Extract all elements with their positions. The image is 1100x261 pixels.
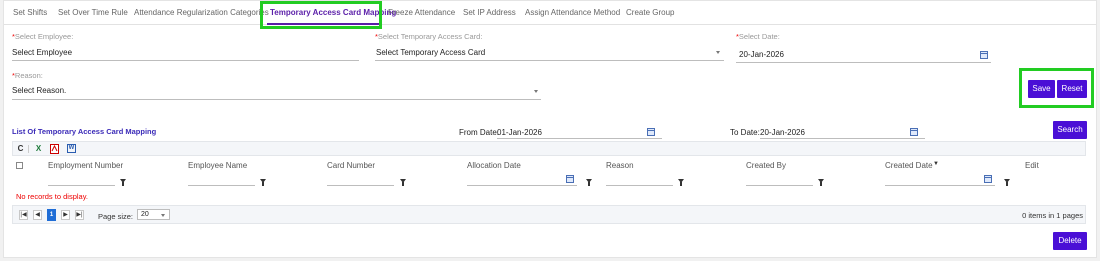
card-select[interactable]: Select Temporary Access Card (376, 48, 485, 57)
filter-icon[interactable] (120, 179, 126, 186)
reason-chevron-down-icon[interactable] (534, 90, 538, 93)
date-label: *Select Date: (736, 32, 780, 41)
next-page-icon[interactable]: ▶ (61, 210, 70, 220)
sort-descending-icon[interactable]: ▼ (933, 161, 939, 167)
save-button[interactable]: Save (1028, 80, 1055, 98)
filter-icon[interactable] (1004, 179, 1010, 186)
page-size-value: 20 (141, 211, 149, 218)
tab-attendance-regularization-categories[interactable]: Attendance Regularization Categories (134, 8, 269, 17)
filter-input-employment-number[interactable] (48, 185, 115, 186)
column-header-card-number[interactable]: Card Number (327, 161, 375, 170)
column-header-edit: Edit (1025, 161, 1039, 170)
page-panel: Set Shifts Set Over Time Rule Attendance… (3, 0, 1097, 258)
from-date-underline (497, 138, 662, 139)
to-date-label: To Date: (730, 128, 760, 137)
reason-select[interactable]: Select Reason. (12, 86, 66, 95)
to-date-input[interactable]: 20-Jan-2026 (760, 128, 805, 137)
reset-button[interactable]: Reset (1057, 80, 1087, 98)
empty-grid-message: No records to display. (16, 192, 88, 201)
filter-input-reason[interactable] (606, 185, 673, 186)
pager: |◀ ◀ 1 ▶ ▶| Page size: 20 0 items in 1 p… (12, 205, 1086, 224)
filter-input-created-date[interactable] (885, 185, 995, 186)
employee-field-underline (12, 60, 359, 61)
filter-icon[interactable] (818, 179, 824, 186)
tab-set-ip-address[interactable]: Set IP Address (463, 8, 516, 17)
tab-highlight-box (260, 1, 382, 29)
column-header-reason[interactable]: Reason (606, 161, 634, 170)
toolbar-divider (28, 145, 29, 153)
card-field-underline (375, 60, 724, 61)
refresh-icon[interactable]: C (16, 144, 25, 153)
pager-summary: 0 items in 1 pages (1022, 211, 1083, 220)
column-header-employment-number[interactable]: Employment Number (48, 161, 123, 170)
filter-input-card-number[interactable] (327, 185, 394, 186)
employee-select[interactable]: Select Employee (12, 48, 72, 57)
filter-icon[interactable] (400, 179, 406, 186)
search-button[interactable]: Search (1053, 121, 1087, 139)
tab-freeze-attendance[interactable]: Freeze Attendance (388, 8, 455, 17)
to-date-calendar-icon[interactable] (910, 128, 918, 136)
date-input[interactable]: 20-Jan-2026 (739, 50, 784, 59)
pdf-export-icon[interactable] (50, 144, 59, 154)
column-header-allocation-date[interactable]: Allocation Date (467, 161, 521, 170)
page-number-button[interactable]: 1 (47, 209, 56, 221)
column-header-employee-name[interactable]: Employee Name (188, 161, 247, 170)
tab-create-group[interactable]: Create Group (626, 8, 674, 17)
tab-assign-attendance-method[interactable]: Assign Attendance Method (525, 8, 620, 17)
date-field-underline (736, 62, 991, 63)
last-page-icon[interactable]: ▶| (75, 210, 84, 220)
prev-page-icon[interactable]: ◀ (33, 210, 42, 220)
word-export-icon[interactable]: W (67, 144, 76, 153)
filter-input-created-by[interactable] (746, 185, 813, 186)
reason-label: *Reason: (12, 71, 43, 80)
date-calendar-icon[interactable] (980, 51, 988, 59)
to-date-underline (760, 138, 925, 139)
column-header-created-date[interactable]: Created Date (885, 161, 933, 170)
card-label: *Select Temporary Access Card: (375, 32, 483, 41)
page-size-select[interactable]: 20 (137, 209, 170, 220)
grid-toolbar: C X W (12, 141, 1086, 156)
first-page-icon[interactable]: |◀ (19, 210, 28, 220)
page-size-chevron-down-icon[interactable] (161, 214, 165, 217)
delete-button[interactable]: Delete (1053, 232, 1087, 250)
allocation-date-calendar-icon[interactable] (566, 175, 574, 183)
tab-set-shifts[interactable]: Set Shifts (13, 8, 47, 17)
select-all-checkbox[interactable] (16, 162, 23, 169)
from-date-label: From Date: (459, 128, 500, 137)
filter-input-allocation-date[interactable] (467, 185, 577, 186)
created-date-calendar-icon[interactable] (984, 175, 992, 183)
card-chevron-down-icon[interactable] (716, 51, 720, 54)
from-date-calendar-icon[interactable] (647, 128, 655, 136)
from-date-input[interactable]: 01-Jan-2026 (497, 128, 542, 137)
column-header-created-by[interactable]: Created By (746, 161, 786, 170)
tab-bar: Set Shifts Set Over Time Rule Attendance… (4, 1, 1096, 25)
page-size-label: Page size: (98, 212, 134, 221)
tab-set-over-time-rule[interactable]: Set Over Time Rule (58, 8, 128, 17)
reason-field-underline (12, 99, 541, 100)
filter-input-employee-name[interactable] (188, 185, 255, 186)
employee-label: *Select Employee: (12, 32, 74, 41)
filter-icon[interactable] (586, 179, 592, 186)
excel-export-icon[interactable]: X (34, 144, 43, 153)
filter-icon[interactable] (260, 179, 266, 186)
list-title: List Of Temporary Access Card Mapping (12, 127, 157, 136)
filter-icon[interactable] (678, 179, 684, 186)
